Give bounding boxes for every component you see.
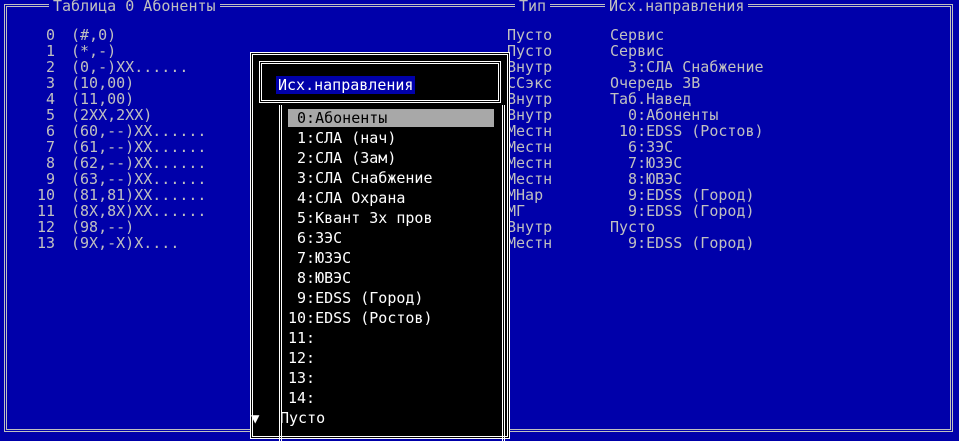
row-code: (*,-) <box>71 42 117 60</box>
list-item[interactable]: 13: <box>288 369 315 387</box>
directions-list[interactable]: 0:Абоненты 1:СЛА (нач) 2:СЛА (Зам) 3:СЛА… <box>279 105 505 441</box>
list-item[interactable]: Пусто <box>280 409 325 427</box>
row-number: 11 <box>36 202 55 220</box>
row-type: Местн <box>507 234 553 252</box>
row-direction: Очередь ЗВ <box>610 74 701 92</box>
list-item[interactable]: 2:СЛА (Зам) <box>288 149 396 167</box>
row-number: 1 <box>45 42 55 60</box>
type-column-header: Тип <box>515 0 551 14</box>
popup-title: Исх.направления <box>276 76 416 94</box>
row-direction: 6:ЗЭС <box>610 138 674 156</box>
row-type: Внутр <box>507 58 553 76</box>
list-item[interactable]: 9:EDSS (Город) <box>288 289 423 307</box>
scroll-down-icon[interactable]: ▼ <box>251 411 259 427</box>
row-number: 3 <box>45 74 55 92</box>
directions-popup[interactable]: Исх.направления 0:Абоненты 1:СЛА (нач) 2… <box>250 52 510 441</box>
row-code: (81,81)XX...... <box>71 186 207 204</box>
row-code: (62,--)XX...... <box>71 154 207 172</box>
row-number: 7 <box>45 138 55 156</box>
row-code: (61,--)XX...... <box>71 138 207 156</box>
table-row[interactable]: 0 (#,0) Пусто Сервис <box>7 27 947 43</box>
row-direction: Сервис <box>610 42 665 60</box>
list-item[interactable]: 6:ЗЭС <box>288 229 342 247</box>
list-item[interactable]: 12: <box>288 349 315 367</box>
row-number: 6 <box>45 122 55 140</box>
row-code: (0,-)XX...... <box>71 58 189 76</box>
row-number: 10 <box>36 186 55 204</box>
row-type: ССэкс <box>507 74 553 92</box>
row-type: Местн <box>507 122 553 140</box>
row-type: Внутр <box>507 218 553 236</box>
row-code: (#,0) <box>71 26 117 44</box>
row-number: 4 <box>45 90 55 108</box>
row-type: Местн <box>507 170 553 188</box>
row-type: Местн <box>507 154 553 172</box>
row-code: (8X,8X)XX...... <box>71 202 207 220</box>
row-direction: 8:ЮВЭС <box>610 170 683 188</box>
row-direction: 7:ЮЗЭС <box>610 154 683 172</box>
row-code: (98,--) <box>71 218 135 236</box>
row-direction: 9:EDSS (Город) <box>610 202 755 220</box>
row-direction: 3:СЛА Снабжение <box>610 58 764 76</box>
row-code: (2XX,2XX) <box>71 106 153 124</box>
row-type: МНар <box>507 186 544 204</box>
row-type: Пусто <box>507 42 553 60</box>
row-number: 12 <box>36 218 55 236</box>
row-number: 0 <box>45 26 55 44</box>
list-item[interactable]: 7:ЮЗЭС <box>288 249 351 267</box>
list-item[interactable]: 14: <box>288 389 315 407</box>
row-type: Внутр <box>507 90 553 108</box>
table-header-title: Таблица 0 Абоненты <box>49 0 220 14</box>
list-item[interactable]: 0:Абоненты <box>288 109 494 127</box>
list-item[interactable]: 5:Квант 3х пров <box>288 209 432 227</box>
row-direction: Сервис <box>610 26 665 44</box>
row-number: 2 <box>45 58 55 76</box>
list-item[interactable]: 11: <box>288 329 315 347</box>
row-number: 13 <box>36 234 55 252</box>
row-code: (10,00) <box>71 74 135 92</box>
row-type: Пусто <box>507 26 553 44</box>
row-code: (63,--)XX...... <box>71 170 207 188</box>
row-direction: Таб.Навед <box>610 90 692 108</box>
list-item[interactable]: 1:СЛА (нач) <box>288 129 396 147</box>
list-item[interactable]: 10:EDSS (Ростов) <box>288 309 433 327</box>
row-number: 8 <box>45 154 55 172</box>
row-direction: 9:EDSS (Город) <box>610 234 755 252</box>
list-item[interactable]: 3:СЛА Снабжение <box>288 169 432 187</box>
row-type: Местн <box>507 138 553 156</box>
row-number: 5 <box>45 106 55 124</box>
directions-column-header: Исх.направления <box>605 0 749 14</box>
list-item[interactable]: 8:ЮВЭС <box>288 269 351 287</box>
row-type: Внутр <box>507 106 553 124</box>
row-code: (60,--)XX...... <box>71 122 207 140</box>
row-direction: 10:EDSS (Ростов) <box>610 122 764 140</box>
list-item[interactable]: 4:СЛА Охрана <box>288 189 405 207</box>
row-direction: Пусто <box>610 218 656 236</box>
row-direction: 9:EDSS (Город) <box>610 186 755 204</box>
row-direction: 0:Абоненты <box>610 106 719 124</box>
row-code: (11,00) <box>71 90 135 108</box>
popup-title-box: Исх.направления <box>259 61 501 103</box>
row-code: (9X,-X)X.... <box>71 234 180 252</box>
row-number: 9 <box>45 170 55 188</box>
